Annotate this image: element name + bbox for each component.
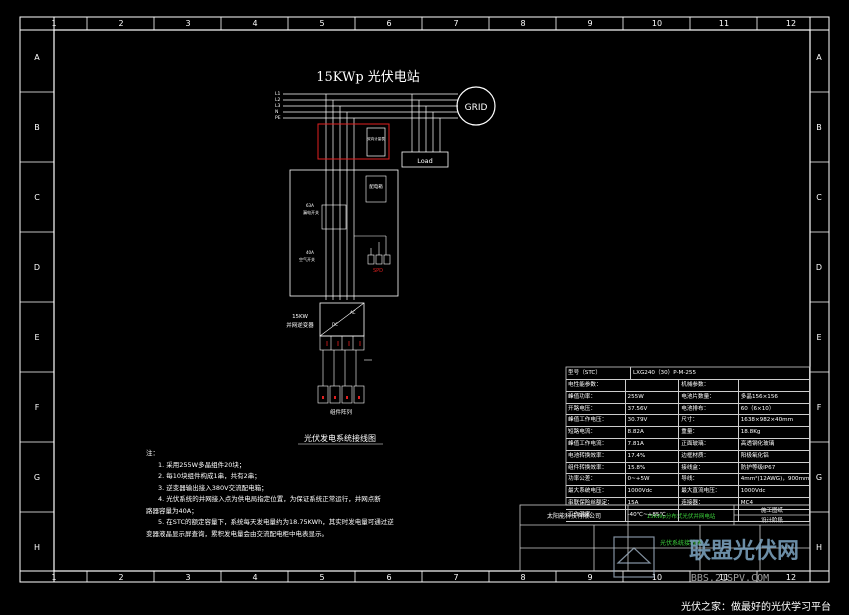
leakage-breaker-icon: [321, 204, 347, 230]
pv-array: [317, 385, 365, 404]
bus-label: N: [275, 109, 278, 115]
inverter-label-1: 15KW: [292, 314, 308, 320]
row-label: D: [816, 263, 822, 272]
note-line: 3. 逆变器输出接入380V交流配电箱；: [158, 483, 268, 492]
col-label: 7: [453, 573, 458, 582]
bus-label: L1: [275, 91, 281, 97]
table-row: 组件转换效率： 15.8% 接线盒： 防护等级IP67: [566, 462, 810, 475]
bus-lines: [283, 93, 458, 119]
watermark-slogan: 光伏之家：做最好的光伏学习平台: [681, 602, 831, 613]
col-label: 2: [118, 19, 123, 28]
row-label: E: [816, 333, 821, 342]
col-label: 5: [319, 573, 324, 582]
table-row: 最大系统电压： 1000Vdc 最大直流电压： 1000Vdc: [566, 486, 810, 498]
col-label: 9: [587, 573, 592, 582]
spec-table-header: 型号（STC） LXG240（30）P-M-255: [566, 367, 810, 380]
row-label: F: [35, 403, 40, 412]
table-row: 峰值工作电压： 30.79V 尺寸： 1638×982×40mm: [566, 415, 810, 428]
bus-label: L3: [275, 103, 281, 109]
spec-header-right: LXG240（30）P-M-255: [631, 367, 810, 379]
col-label: 3: [185, 573, 190, 582]
row-label: H: [34, 543, 40, 552]
note-line: 1. 采用255W多晶组件20块；: [158, 460, 246, 469]
meter-highlight-box: [317, 123, 390, 160]
col-label: 4: [252, 573, 257, 582]
watermark-logo: 联盟光伏网 BBS.21SPV.COM: [613, 536, 799, 584]
notes-heading: 注：: [146, 449, 159, 457]
load-label: Load: [417, 157, 433, 165]
table-row: 峰值功率： 255W 电池片数量： 多晶156×156: [566, 391, 810, 404]
col-label: 2: [118, 573, 123, 582]
note-line: 路器容量为40A；: [146, 506, 198, 515]
inverter-ac: AC: [350, 310, 356, 315]
row-label: A: [816, 53, 822, 62]
grid-label: GRID: [465, 103, 488, 113]
table-row: 峰值工作电流： 7.81A 正面玻璃： 高透钢化玻璃: [566, 438, 810, 451]
col-label: 9: [587, 19, 592, 28]
table-row: 电池转换效率： 17.4% 边框材质： 阳极氧化铝: [566, 450, 810, 463]
meter-icon: [366, 127, 386, 157]
col-label: 12: [786, 19, 796, 28]
row-label: D: [34, 263, 40, 272]
dc-switch-group: [319, 335, 372, 386]
col-label: 5: [319, 19, 324, 28]
row-label: G: [34, 473, 40, 482]
table-row: 短路电流： 8.82A 重量： 18.8Kg: [566, 427, 810, 439]
table-row: 功率公差： 0~+5W 导线： 4mm²(12AWG)，900mm: [566, 474, 810, 487]
meter-label: 双向计量表: [367, 136, 385, 141]
col-label: 1: [51, 573, 56, 582]
distribution-box-label: 配电箱: [369, 183, 383, 190]
inverter-dc: DC: [332, 322, 338, 327]
col-label: 6: [386, 19, 391, 28]
notes-block: 注： 1. 采用255W多晶组件20块； 2. 每10块组件构成1串，共有2串；…: [146, 448, 486, 540]
row-label: B: [34, 123, 40, 132]
spd-branch: [354, 235, 391, 265]
row-label: B: [816, 123, 822, 132]
inverter-label-2: 并网逆变器: [286, 321, 314, 329]
note-line: 2. 每10块组件构成1串，共有2串；: [158, 472, 261, 480]
dc-polarity-marks: [326, 341, 361, 346]
diagram-title: 15KWp 光伏电站: [316, 70, 420, 85]
breaker2-label: 40A: [306, 250, 314, 255]
row-label: H: [816, 543, 822, 552]
array-label: 组件阵列: [330, 408, 353, 416]
spd-label: SPD: [373, 268, 383, 274]
row-label: G: [816, 473, 822, 482]
col-label: 12: [786, 573, 796, 582]
col-label: 4: [252, 19, 257, 28]
note-line: 变器液晶显示屏查询，累积发电量会由交流配电柜中电表显示。: [146, 529, 328, 538]
col-label: 8: [520, 19, 525, 28]
table-row: 串联保险丝额定： 15A 连接器： MC4: [566, 497, 810, 510]
row-label: E: [34, 333, 39, 342]
col-label: 3: [185, 19, 190, 28]
breaker1-label: 63A: [306, 203, 314, 208]
note-line: 4. 光伏系统的并网接入点为供电局指定位置，为保证系统正常运行，并网点断: [158, 495, 381, 503]
row-label: C: [816, 193, 822, 202]
col-label: 10: [652, 19, 662, 28]
row-label: C: [34, 193, 40, 202]
row-label: F: [817, 403, 822, 412]
bus-labels: L1 L2 L3 N PE: [275, 91, 281, 121]
bus-label: L2: [275, 97, 281, 103]
note-line: 5. 在STC的额定容量下，系统每天发电量约为18.75KWh，其实时发电量可通…: [158, 518, 394, 526]
breaker2-sub: 空气开关: [299, 256, 315, 262]
table-row: 工作温度： -40℃~+85℃: [566, 509, 810, 522]
row-label: A: [34, 53, 40, 62]
col-label: 6: [386, 573, 391, 582]
spec-table: 型号（STC） LXG240（30）P-M-255 电性能参数： 机械参数： 峰值…: [566, 367, 810, 522]
col-label: 8: [520, 573, 525, 582]
col-label: 7: [453, 19, 458, 28]
diagram-caption: 光伏发电系统接线图: [304, 433, 376, 443]
table-row: 电性能参数： 机械参数：: [566, 380, 810, 392]
watermark-logo-text: 联盟光伏网: [689, 538, 799, 564]
watermark-url: BBS.21SPV.COM: [691, 573, 769, 584]
breaker1-sub: 漏电开关: [303, 209, 319, 215]
col-label: 11: [719, 19, 729, 28]
col-label: 1: [51, 19, 56, 28]
bus-label: PE: [275, 115, 281, 121]
table-row: 开路电压： 37.56V 电池排布： 60（6×10）: [566, 403, 810, 416]
spec-header-left: 型号（STC）: [566, 367, 631, 379]
